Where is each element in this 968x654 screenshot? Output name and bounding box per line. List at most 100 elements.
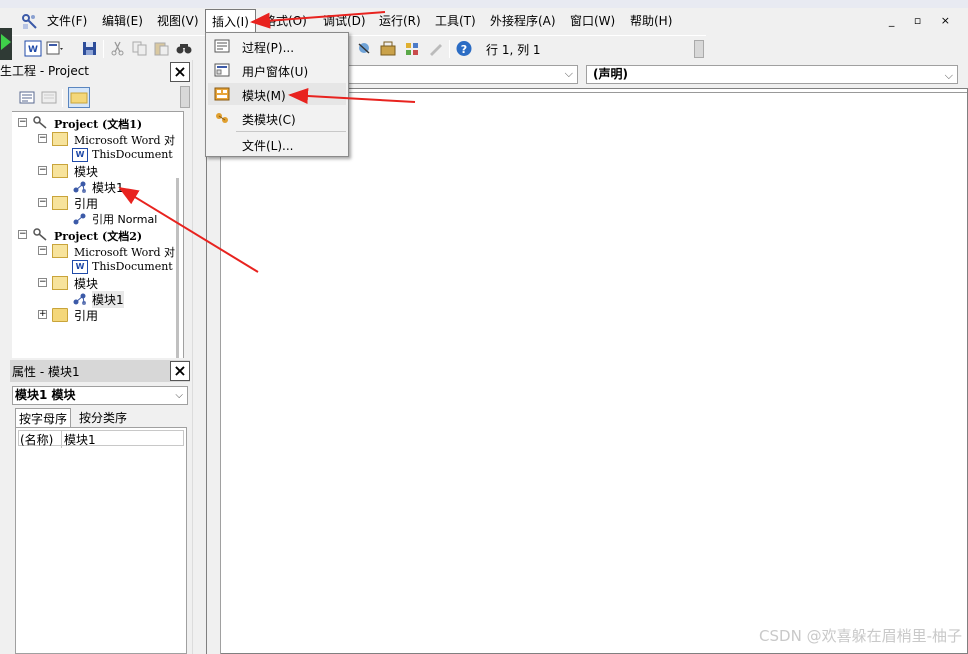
view-code-icon[interactable] — [18, 89, 36, 106]
tree-item-references[interactable]: + 引用 — [38, 307, 184, 323]
standard-toolbar: W ? 行 1, 列 1 — [12, 35, 706, 61]
procedure-combo[interactable]: (声明) ⌵ — [586, 65, 958, 84]
tree-item-reference-normal[interactable]: 引用 Normal — [72, 211, 184, 227]
svg-text:?: ? — [461, 43, 467, 56]
pane-splitter[interactable] — [192, 60, 200, 654]
expand-icon[interactable]: + — [38, 310, 47, 319]
collapse-icon[interactable]: − — [38, 134, 47, 143]
menu-addins[interactable]: 外接程序(A) — [490, 12, 556, 29]
object-selector[interactable]: 模块1 模块 ⌵ — [12, 386, 188, 405]
collapse-icon[interactable]: − — [38, 278, 47, 287]
code-editor[interactable] — [206, 88, 968, 654]
collapse-icon[interactable]: − — [38, 198, 47, 207]
chevron-down-icon[interactable]: ⌵ — [945, 67, 953, 84]
tree-label: Project (文档2) — [54, 230, 143, 243]
tree-label: 引用 Normal — [92, 213, 158, 226]
menu-edit[interactable]: 编辑(E) — [102, 12, 143, 29]
close-icon[interactable]: × — [170, 62, 190, 82]
tree-item-word-objects[interactable]: − Microsoft Word 对 — [38, 131, 184, 147]
menu-item-label: 模块(M) — [242, 89, 286, 103]
tree-item-module1[interactable]: 模块1 — [72, 179, 184, 195]
tree-label: 模块1 — [92, 181, 124, 195]
tree-label: 模块1 — [92, 291, 124, 308]
tree-label: Microsoft Word 对 — [74, 246, 176, 259]
copy-icon[interactable] — [131, 40, 149, 57]
save-icon[interactable] — [81, 40, 99, 57]
menu-item-label: 类模块(C) — [242, 113, 296, 127]
word-document-icon: W — [72, 260, 88, 274]
menu-item-module[interactable]: 模块(M) — [208, 83, 346, 105]
menu-item-label: 用户窗体(U) — [242, 65, 309, 79]
menu-format[interactable]: 格式(O) — [264, 12, 307, 29]
paste-icon[interactable] — [153, 40, 171, 57]
vba-project-icon — [33, 228, 47, 241]
svg-text:W: W — [28, 45, 38, 55]
toolbar-overflow-grip[interactable] — [694, 40, 704, 58]
menu-help[interactable]: 帮助(H) — [630, 12, 672, 29]
tree-item-modules[interactable]: − 模块 — [38, 275, 184, 291]
tree-item-thisdocument[interactable]: W ThisDocument — [72, 147, 184, 163]
design-mode-icon[interactable] — [427, 40, 445, 57]
mdi-window-controls[interactable]: _ ▫ × — [889, 14, 958, 27]
menu-tools[interactable]: 工具(T) — [435, 12, 476, 29]
object-selector-value: 模块1 模块 — [15, 388, 76, 402]
menu-debug[interactable]: 调试(D) — [323, 12, 366, 29]
reference-icon — [73, 213, 86, 225]
project-pane-title: 生工程 - Project — [0, 64, 90, 78]
word-icon[interactable]: W — [24, 40, 42, 57]
menu-item-class-module[interactable]: 类模块(C) — [208, 107, 346, 129]
menu-item-file[interactable]: 文件(L)... — [208, 133, 346, 155]
cut-icon[interactable] — [109, 40, 127, 57]
control-toolbox-icon[interactable] — [403, 40, 421, 57]
properties-header: 属性 - 模块1 — [10, 360, 190, 382]
menu-item-procedure[interactable]: 过程(P)... — [208, 35, 346, 57]
close-icon[interactable]: × — [170, 361, 190, 381]
tab-alphabetic[interactable]: 按字母序 — [15, 408, 72, 427]
property-value[interactable]: 模块1 — [61, 431, 96, 448]
folder-open-icon — [52, 164, 68, 178]
object-browser-icon[interactable] — [355, 40, 373, 57]
word-document-icon: W — [72, 148, 88, 162]
menu-insert[interactable]: 插入(I) — [205, 9, 256, 34]
vba-app-icon[interactable] — [20, 11, 40, 31]
tree-label: 模块 — [74, 277, 99, 291]
menu-view[interactable]: 视图(V) — [157, 12, 199, 29]
tree-item-project2[interactable]: − Project (文档2) — [18, 227, 178, 243]
module-icon — [73, 293, 86, 305]
chevron-down-icon[interactable]: ⌵ — [175, 387, 183, 404]
play-icon[interactable] — [1, 34, 11, 50]
find-icon[interactable] — [175, 40, 193, 57]
tree-item-thisdocument[interactable]: W ThisDocument — [72, 259, 184, 275]
scrollbar-thumb[interactable] — [176, 178, 179, 378]
toolbar-separator — [62, 89, 63, 107]
tree-item-modules[interactable]: − 模块 — [38, 163, 184, 179]
tab-categorized[interactable]: 按分类序 — [76, 408, 130, 427]
menu-file[interactable]: 文件(F) — [47, 12, 87, 29]
tree-label: ThisDocument — [92, 260, 173, 273]
help-icon[interactable]: ? — [455, 40, 473, 57]
menu-window[interactable]: 窗口(W) — [570, 12, 615, 29]
collapse-icon[interactable]: − — [38, 166, 47, 175]
toolbox-icon[interactable] — [379, 40, 397, 57]
tree-item-project1[interactable]: − Project (文档1) — [18, 115, 178, 131]
collapse-icon[interactable]: − — [18, 118, 27, 127]
property-name: (名称) — [20, 433, 54, 447]
property-row[interactable]: (名称) 模块1 — [18, 430, 184, 448]
menu-item-label: 文件(L)... — [242, 139, 294, 153]
toolbar-overflow-grip[interactable] — [180, 86, 190, 108]
collapse-icon[interactable]: − — [18, 230, 27, 239]
tree-item-module1[interactable]: 模块1 — [72, 291, 184, 308]
module-icon — [214, 87, 230, 101]
view-object-icon[interactable] — [40, 89, 58, 106]
menu-run[interactable]: 运行(R) — [379, 12, 421, 29]
menu-item-label: 过程(P)... — [242, 41, 295, 55]
toggle-folders-icon[interactable] — [68, 87, 90, 108]
tree-item-word-objects[interactable]: − Microsoft Word 对 — [38, 243, 184, 259]
menu-item-userform[interactable]: 用户窗体(U) — [208, 59, 346, 81]
cursor-position: 行 1, 列 1 — [486, 43, 541, 57]
collapse-icon[interactable]: − — [38, 246, 47, 255]
tree-item-references[interactable]: − 引用 — [38, 195, 184, 211]
chevron-down-icon[interactable]: ⌵ — [565, 67, 573, 81]
tree-label: 模块 — [74, 165, 99, 179]
insert-userform-icon[interactable] — [46, 40, 64, 57]
